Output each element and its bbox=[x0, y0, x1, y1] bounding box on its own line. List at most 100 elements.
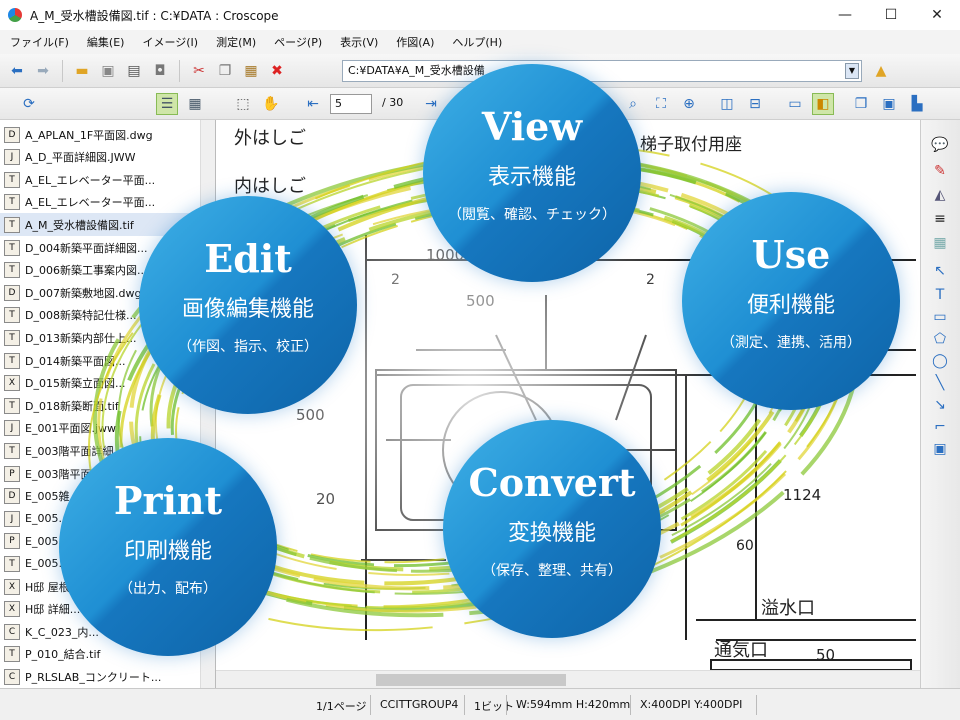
file-list-item[interactable]: J A_D_平面詳細図.JWW bbox=[0, 146, 200, 169]
menu-measure[interactable]: 測定(M) bbox=[216, 34, 256, 50]
status-size: W:594mm H:420mm bbox=[516, 698, 631, 711]
feature-print-title: Print bbox=[113, 478, 223, 523]
select-rect-icon[interactable]: ⬚ bbox=[232, 93, 254, 115]
file-name: D_014新築平面図... bbox=[25, 354, 126, 368]
file-type-icon: T bbox=[4, 329, 20, 346]
image-stamp-icon[interactable]: ▣ bbox=[929, 438, 951, 460]
polygon-icon[interactable]: ⬠ bbox=[929, 328, 951, 350]
path-input[interactable]: C:¥DATA¥A_M_受水槽設備 ▼ bbox=[342, 60, 862, 82]
feature-circle-view: View 表示機能 （閲覧、確認、チェック） bbox=[423, 64, 641, 282]
file-type-icon: T bbox=[4, 555, 20, 572]
file-name: A_APLAN_1F平面図.dwg bbox=[25, 128, 153, 142]
polyline-icon[interactable]: ⌐ bbox=[929, 416, 951, 438]
arrow-icon[interactable]: ↘ bbox=[929, 394, 951, 416]
open-folder-icon[interactable]: ▬ bbox=[71, 60, 93, 82]
split-horizontal-icon[interactable]: ⊟ bbox=[744, 93, 766, 115]
refresh-icon[interactable]: ⟳ bbox=[18, 93, 40, 115]
menu-draw[interactable]: 作図(A) bbox=[396, 34, 434, 50]
option-icon[interactable]: ▙ bbox=[906, 93, 928, 115]
file-type-icon: T bbox=[4, 646, 20, 663]
file-name: K_C_023_内... bbox=[25, 625, 99, 639]
feature-convert-desc: （保存、整理、共有） bbox=[482, 563, 622, 579]
thumbnail-view-icon[interactable]: ▦ bbox=[184, 93, 206, 115]
split-vertical-icon[interactable]: ◫ bbox=[716, 93, 738, 115]
delete-icon[interactable]: ✖ bbox=[266, 60, 288, 82]
file-list-item[interactable]: J E_001平面図.jww bbox=[0, 417, 200, 440]
forward-arrow-icon[interactable]: ➡ bbox=[32, 60, 54, 82]
file-type-icon: J bbox=[4, 149, 20, 166]
horizontal-scroll-thumb[interactable] bbox=[376, 674, 566, 686]
pattern-icon[interactable]: ▦ bbox=[929, 232, 951, 254]
folder-up-icon[interactable]: ▲ bbox=[870, 60, 892, 82]
thumbnail-icon[interactable]: ▣ bbox=[878, 93, 900, 115]
status-bits: 1ビット bbox=[474, 700, 514, 713]
path-dropdown-icon[interactable]: ▼ bbox=[845, 63, 859, 79]
label-ladder-mount: 梯子取付用座 bbox=[640, 135, 742, 155]
feature-view-desc: （閲覧、確認、チェック） bbox=[448, 207, 616, 223]
fit-page-icon[interactable]: ⛶ bbox=[650, 93, 672, 115]
menu-file[interactable]: ファイル(F) bbox=[10, 34, 69, 50]
menu-page[interactable]: ページ(P) bbox=[274, 34, 322, 50]
menu-image[interactable]: イメージ(I) bbox=[142, 34, 198, 50]
first-page-icon[interactable]: ⇤ bbox=[302, 93, 324, 115]
path-value: C:¥DATA¥A_M_受水槽設備 bbox=[348, 64, 485, 77]
window-icon[interactable]: ▭ bbox=[784, 93, 806, 115]
back-arrow-icon[interactable]: ⬅ bbox=[6, 60, 28, 82]
file-name: A_EL_エレベーター平面... bbox=[25, 196, 156, 210]
rectangle-icon[interactable]: ▭ bbox=[929, 306, 951, 328]
hand-pan-icon[interactable]: ✋ bbox=[260, 93, 282, 115]
file-type-icon: T bbox=[4, 194, 20, 211]
file-list-item[interactable]: T A_EL_エレベーター平面... bbox=[0, 191, 200, 214]
text-icon[interactable]: T bbox=[929, 284, 951, 306]
file-type-icon: D bbox=[4, 488, 20, 505]
file-type-icon: C bbox=[4, 623, 20, 640]
file-name: A_M_受水槽設備図.tif bbox=[25, 218, 134, 232]
horizontal-scrollbar[interactable] bbox=[216, 670, 920, 688]
file-name: A_D_平面詳細図.JWW bbox=[25, 151, 136, 165]
status-dpi: X:400DPI Y:400DPI bbox=[640, 698, 743, 711]
scan-icon[interactable]: ◘ bbox=[149, 60, 171, 82]
label-dim-500: 500 bbox=[466, 292, 495, 310]
label-inner-ladder: 内はしご bbox=[234, 176, 306, 197]
minimize-button[interactable]: — bbox=[822, 0, 868, 30]
paste-icon[interactable]: ▦ bbox=[240, 60, 262, 82]
file-list-item[interactable]: C P_RLSLAB_コンクリート... bbox=[0, 665, 200, 688]
copy-icon[interactable]: ❐ bbox=[214, 60, 236, 82]
list-view-icon[interactable]: ☰ bbox=[156, 93, 178, 115]
cut-icon[interactable]: ✂ bbox=[188, 60, 210, 82]
label-dim-20: 20 bbox=[316, 490, 335, 508]
feature-use-subtitle: 便利機能 bbox=[746, 293, 835, 318]
line-width-icon[interactable]: ≡ bbox=[929, 208, 951, 230]
status-compression: CCITTGROUP4 bbox=[380, 698, 459, 711]
feature-edit-subtitle: 画像編集機能 bbox=[181, 297, 314, 322]
line-icon[interactable]: ╲ bbox=[929, 372, 951, 394]
file-type-icon: T bbox=[4, 352, 20, 369]
feature-circle-convert: Convert 変換機能 （保存、整理、共有） bbox=[443, 420, 661, 638]
file-list-item[interactable]: D A_APLAN_1F平面図.dwg bbox=[0, 123, 200, 146]
fit-width-icon[interactable]: ⊕ bbox=[678, 93, 700, 115]
file-name: D_006新築工事案内図... bbox=[25, 264, 148, 278]
save-icon[interactable]: ▣ bbox=[97, 60, 119, 82]
print-icon[interactable]: ▤ bbox=[123, 60, 145, 82]
file-list-item[interactable]: T D_018新築断面.tif bbox=[0, 394, 200, 417]
maximize-button[interactable]: ☐ bbox=[868, 0, 914, 30]
balloon-icon[interactable]: 💬 bbox=[929, 134, 951, 156]
menu-edit[interactable]: 編集(E) bbox=[87, 34, 125, 50]
menu-view[interactable]: 表示(V) bbox=[340, 34, 378, 50]
cascade-icon[interactable]: ❐ bbox=[850, 93, 872, 115]
feature-use-desc: （測定、連携、活用） bbox=[721, 335, 861, 351]
file-list-item[interactable]: T A_EL_エレベーター平面... bbox=[0, 168, 200, 191]
pointer-icon[interactable]: ↖ bbox=[929, 260, 951, 282]
croscope-window: A_M_受水槽設備図.tif : C:¥DATA : Croscope — ☐ … bbox=[0, 0, 960, 720]
fill-icon[interactable]: ◭ bbox=[929, 184, 951, 206]
label-dim-60: 60 bbox=[736, 538, 754, 554]
feature-circle-use: Use 便利機能 （測定、連携、活用） bbox=[682, 192, 900, 410]
layers-icon[interactable]: ◧ bbox=[812, 93, 834, 115]
file-name: D_007新築敷地図.dwg bbox=[25, 286, 142, 300]
page-number-input[interactable]: 5 bbox=[330, 94, 372, 114]
menu-help[interactable]: ヘルプ(H) bbox=[452, 34, 502, 50]
pen-icon[interactable]: ✎ bbox=[929, 160, 951, 182]
close-button[interactable]: ✕ bbox=[914, 0, 960, 30]
ellipse-icon[interactable]: ◯ bbox=[929, 350, 951, 372]
file-type-icon: D bbox=[4, 284, 20, 301]
